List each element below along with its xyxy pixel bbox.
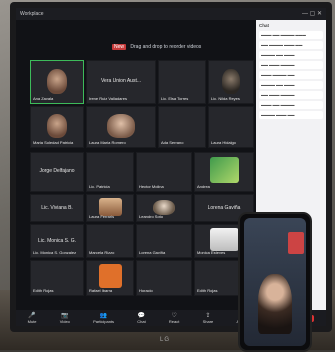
chat-label: Chat xyxy=(137,319,146,324)
chat-message: ▬▬▬▬ ▬▬ ▬▬▬ xyxy=(259,81,323,89)
participant-name: Ana Zavala xyxy=(33,96,54,101)
video-button[interactable]: 📷 Video xyxy=(60,312,70,324)
share-icon: ⇪ xyxy=(205,313,211,319)
participant-tile[interactable]: Lic. Viviana B. xyxy=(30,194,84,222)
mute-label: Mute xyxy=(27,319,37,324)
participant-tile[interactable]: Hector Molina xyxy=(136,152,192,192)
chat-message: ▬▬ ▬▬▬ ▬▬▬▬ xyxy=(259,91,323,99)
chat-icon: 💬 xyxy=(137,313,146,319)
participant-tile[interactable]: Ada Serrano xyxy=(158,106,206,148)
participant-tile[interactable]: Lic. Nilda Reyes xyxy=(208,60,254,104)
participant-name: Monica Esteves xyxy=(197,250,226,255)
video-label: Video xyxy=(59,319,70,324)
participants-label: Participants xyxy=(93,319,115,324)
heart-icon: ♡ xyxy=(171,313,177,319)
participant-name-large: Lic. Viviana B. xyxy=(41,205,73,212)
mute-button[interactable]: 🎤 Mute xyxy=(28,312,37,324)
participant-name: Laura Maria Romero xyxy=(89,140,126,145)
participant-name-large: Vera Union Aust... xyxy=(100,77,142,84)
chat-message: ▬▬▬▬ ▬▬▬ ▬▬ xyxy=(259,111,323,119)
participant-tile[interactable]: Vera Union Aust... Irene Ruiz Valladares xyxy=(86,60,156,104)
participant-tile[interactable]: Marcela Rizzo xyxy=(86,224,134,258)
participant-name: Lic. Patricia xyxy=(89,184,110,189)
participant-tile[interactable]: Maria Soledad Patricia xyxy=(30,106,84,148)
participant-name: Edith Rojas xyxy=(197,288,218,293)
share-button[interactable]: ⇪ Share xyxy=(203,312,214,324)
chat-message: ▬▬▬▬ ▬▬ ▬▬▬ xyxy=(259,51,323,59)
participant-video xyxy=(46,68,68,94)
self-view-thumbnail xyxy=(288,232,304,254)
participant-name: Hector Molina xyxy=(139,184,164,189)
participant-grid: Ana Zavala Vera Union Aust... Irene Ruiz… xyxy=(30,60,254,310)
window-title: Workplace xyxy=(20,11,44,17)
participant-photo xyxy=(98,264,122,289)
chat-message: ▬▬ ▬▬▬▬ ▬▬▬ ▬▬ xyxy=(259,41,323,49)
participant-tile[interactable]: Edith Rojas xyxy=(30,260,84,296)
participant-name-large: Jorge Delfajano xyxy=(39,168,75,175)
chat-message: ▬▬ ▬▬▬ ▬▬▬▬ xyxy=(259,61,323,69)
participant-name: Ada Serrano xyxy=(161,140,184,145)
participant-tile[interactable]: Laura Ferraris xyxy=(86,194,134,222)
participant-tile[interactable]: Rafael Ibarra xyxy=(86,260,134,296)
participant-video xyxy=(107,114,135,139)
participant-name: Maria Soledad Patricia xyxy=(33,140,74,145)
participant-name-large: Lorena Gaviña xyxy=(207,205,241,212)
participant-tile[interactable]: Lorena Gaviña xyxy=(136,224,192,258)
phone-video-person xyxy=(258,274,292,334)
participant-name: Lic. Monica S. Gonzalez xyxy=(33,250,77,255)
participant-tile[interactable]: Jorge Delfajano xyxy=(30,152,84,192)
participant-tile[interactable]: Lic. Elsa Torres xyxy=(158,60,206,104)
banner-text: Drag and drop to reorder videos xyxy=(130,44,202,50)
participant-tile[interactable]: Lic. Patricia xyxy=(86,152,134,192)
chat-message: ▬▬▬ ▬▬▬▬ ▬▬ xyxy=(259,71,323,79)
participant-name: Laura Ferraris xyxy=(89,214,115,219)
share-label: Share xyxy=(202,319,214,324)
participant-name: Leandro Soto xyxy=(139,214,164,219)
participant-video xyxy=(46,114,68,139)
participant-name: Rafael Ibarra xyxy=(89,288,113,293)
participant-photo xyxy=(209,156,239,184)
participant-name-large: Lic. Monica S. G. xyxy=(37,237,77,244)
participant-name: Horacio xyxy=(139,288,153,293)
participant-tile[interactable]: Leandro Soto xyxy=(136,194,192,222)
react-label: React xyxy=(168,319,180,324)
participant-video xyxy=(222,68,240,94)
participant-tile[interactable]: Laura Maria Romero xyxy=(86,106,156,148)
chat-message: ▬▬▬ ▬▬ ▬▬▬▬ ▬▬▬ xyxy=(259,31,323,39)
participant-tile[interactable]: Lic. Monica S. G. Lic. Monica S. Gonzale… xyxy=(30,224,84,258)
participant-name: Andrea xyxy=(197,184,210,189)
participants-button[interactable]: 👥 Participants xyxy=(93,312,114,324)
chat-button[interactable]: 💬 Chat xyxy=(137,312,145,324)
new-tag: New xyxy=(112,44,127,50)
participant-photo xyxy=(209,228,239,251)
participant-name: Lorena Gaviña xyxy=(139,250,166,255)
camera-icon: 📷 xyxy=(61,313,69,319)
brand-logo: LG xyxy=(160,337,171,343)
participant-name: Lic. Nilda Reyes xyxy=(211,96,240,101)
window-controls[interactable]: — ▢ ✕ xyxy=(302,8,322,20)
participant-tile[interactable]: Laura Hidalgo xyxy=(208,106,254,148)
smartphone xyxy=(238,212,312,352)
reorder-banner: New Drag and drop to reorder videos xyxy=(112,44,201,50)
participant-name: Lic. Elsa Torres xyxy=(161,96,189,101)
react-button[interactable]: ♡ React xyxy=(169,312,179,324)
chat-header: Chat xyxy=(259,23,269,28)
participant-name: Irene Ruiz Valladares xyxy=(89,96,127,101)
participant-name: Laura Hidalgo xyxy=(211,140,236,145)
participant-tile[interactable]: Ana Zavala xyxy=(30,60,84,104)
microphone-icon: 🎤 xyxy=(28,313,36,319)
title-bar: Workplace — ▢ ✕ xyxy=(16,8,326,20)
participant-tile[interactable]: Andrea xyxy=(194,152,254,192)
people-icon: 👥 xyxy=(99,313,108,319)
participant-tile[interactable]: Horacio xyxy=(136,260,192,296)
participant-name: Marcela Rizzo xyxy=(89,250,115,255)
participant-name: Edith Rojas xyxy=(33,288,54,293)
participant-video xyxy=(153,199,175,216)
chat-message: ▬▬▬ ▬▬ ▬▬▬▬ xyxy=(259,101,323,109)
